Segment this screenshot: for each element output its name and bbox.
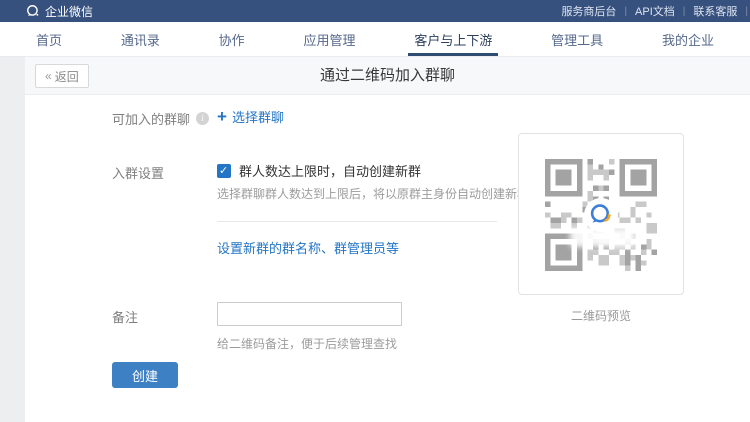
select-group-link-label: 选择群聊 bbox=[232, 107, 284, 126]
topbar: 企业微信 服务商后台 | API文档 | 联系客服 | bbox=[0, 0, 750, 22]
main-nav: 首页 通讯录 协作 应用管理 客户与上下游 管理工具 我的企业 bbox=[0, 22, 750, 57]
auto-create-group-label: 群人数达上限时，自动创建新群 bbox=[239, 161, 421, 180]
qr-code bbox=[545, 159, 657, 271]
brand-label: 企业微信 bbox=[45, 3, 93, 20]
separator: | bbox=[745, 6, 748, 17]
plus-icon: + bbox=[217, 110, 227, 123]
remark-label: 备注 bbox=[112, 307, 138, 326]
qr-group-form: 可加入的群聊 i + 选择群聊 入群设置 群人数达上限时，自动创建新群 选择群聊… bbox=[25, 95, 750, 422]
back-label: 返回 bbox=[55, 68, 79, 85]
brand[interactable]: 企业微信 bbox=[26, 3, 93, 20]
divider bbox=[217, 221, 497, 222]
api-docs-link[interactable]: API文档 bbox=[627, 3, 683, 19]
remark-label-text: 备注 bbox=[112, 307, 138, 326]
joinable-groups-label-text: 可加入的群聊 bbox=[112, 109, 190, 128]
nav-my-company[interactable]: 我的企业 bbox=[650, 22, 726, 56]
join-settings-label: 入群设置 bbox=[112, 163, 164, 182]
back-button[interactable]: « 返回 bbox=[35, 64, 89, 88]
checkbox-checked-icon[interactable] bbox=[217, 164, 231, 178]
wechat-work-qr-logo-icon bbox=[584, 198, 618, 232]
nav-customers-upstream-downstream[interactable]: 客户与上下游 bbox=[402, 22, 504, 56]
panel-header: « 返回 通过二维码加入群聊 bbox=[25, 57, 750, 95]
join-settings-label-text: 入群设置 bbox=[112, 163, 164, 182]
back-chevrons-icon: « bbox=[45, 69, 52, 83]
nav-collaboration[interactable]: 协作 bbox=[207, 22, 257, 56]
page-body: « 返回 通过二维码加入群聊 可加入的群聊 i + 选择群聊 入群设置 群人数达… bbox=[0, 57, 750, 422]
nav-home[interactable]: 首页 bbox=[24, 22, 74, 56]
select-group-link[interactable]: + 选择群聊 bbox=[217, 107, 284, 126]
auto-create-group-helper: 选择群聊群人数达到上限后，将以原群主身份自动创建新群 bbox=[217, 185, 529, 202]
page-title: 通过二维码加入群聊 bbox=[25, 57, 750, 95]
joinable-groups-label: 可加入的群聊 i bbox=[112, 109, 209, 128]
remark-helper: 给二维码备注，便于后续管理查找 bbox=[217, 335, 397, 352]
auto-create-group-option[interactable]: 群人数达上限时，自动创建新群 bbox=[217, 161, 421, 180]
qr-preview-box bbox=[518, 133, 684, 295]
nav-contacts[interactable]: 通讯录 bbox=[109, 22, 172, 56]
nav-admin-tools[interactable]: 管理工具 bbox=[539, 22, 615, 56]
new-group-settings-link[interactable]: 设置新群的群名称、群管理员等 bbox=[217, 238, 399, 257]
provider-console-link[interactable]: 服务商后台 bbox=[553, 3, 624, 19]
remark-input[interactable] bbox=[217, 302, 402, 326]
wechat-work-logo-icon bbox=[26, 4, 40, 18]
create-button[interactable]: 创建 bbox=[112, 362, 178, 388]
content-panel: « 返回 通过二维码加入群聊 可加入的群聊 i + 选择群聊 入群设置 群人数达… bbox=[25, 57, 750, 422]
info-icon[interactable]: i bbox=[196, 112, 209, 125]
nav-app-management[interactable]: 应用管理 bbox=[291, 22, 367, 56]
contact-support-link[interactable]: 联系客服 bbox=[685, 3, 745, 19]
qr-preview-caption: 二维码预览 bbox=[518, 307, 684, 324]
topbar-links: 服务商后台 | API文档 | 联系客服 | bbox=[553, 0, 748, 22]
